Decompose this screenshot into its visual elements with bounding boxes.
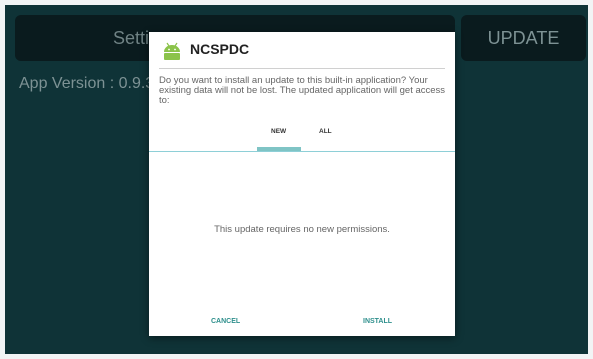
dialog-header: NCSPDC [149,32,455,68]
install-button[interactable]: INSTALL [363,318,392,325]
update-button[interactable]: UPDATE [461,15,586,61]
dialog-title: NCSPDC [190,41,250,57]
tab-all[interactable]: ALL [319,128,332,135]
tab-new[interactable]: NEW [271,128,286,135]
install-update-dialog: NCSPDC Do you want to install an update … [149,32,455,336]
dialog-message: Do you want to install an update to this… [159,75,446,106]
permissions-message: This update requires no new permissions. [214,224,390,235]
app-version-label: App Version : 0.9.3 [19,75,155,92]
dialog-divider [159,68,445,69]
cancel-button[interactable]: CANCEL [211,318,240,325]
android-icon [161,42,183,60]
tab-divider [149,151,455,152]
